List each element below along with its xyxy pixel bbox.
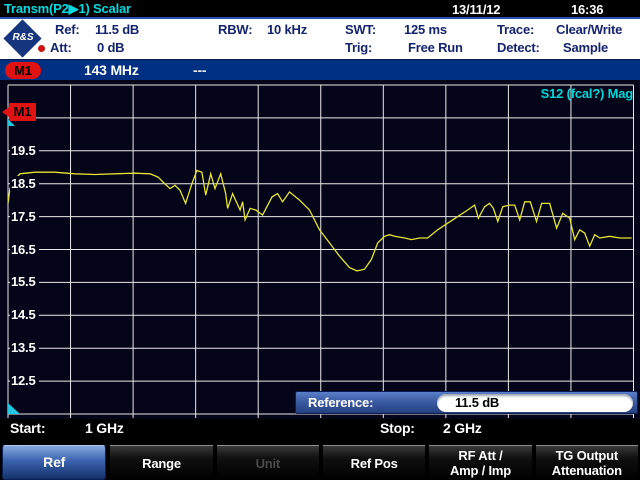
ref-label: Ref:: [55, 22, 79, 37]
reference-entry-label: Reference:: [308, 395, 373, 410]
chart-background: [0, 80, 640, 419]
softkey-tg-output-attenuation[interactable]: TG OutputAttenuation: [536, 445, 638, 480]
reference-position-triangle-icon: [8, 403, 20, 414]
softkey-unit[interactable]: Unit: [217, 445, 319, 480]
rbw-label: RBW:: [218, 22, 252, 37]
settings-header: R&S Ref: 11.5 dB Att: 0 dB RBW: 10 kHz S…: [0, 19, 640, 59]
trig-value: Free Run: [408, 40, 463, 55]
marker-m1-badge: M1: [5, 62, 41, 79]
start-freq-value: 1 GHz: [85, 420, 124, 436]
time-display: 16:36: [571, 2, 603, 17]
softkey-ref-pos[interactable]: Ref Pos: [323, 445, 425, 480]
title-bar: Transm(P2▶1) Scalar 13/11/12 16:36: [0, 0, 640, 17]
softkey-bar: Ref Range Unit Ref Pos RF Att /Amp / Imp…: [0, 444, 640, 480]
stop-freq-label: Stop:: [380, 420, 415, 436]
y-axis-tick-label: 18.5: [10, 176, 39, 191]
swt-label: SWT:: [345, 22, 376, 37]
instrument-screen: Transm(P2▶1) Scalar 13/11/12 16:36 R&S R…: [0, 0, 640, 480]
detect-value: Sample: [563, 40, 608, 55]
y-axis-tick-label: 17.5: [10, 209, 39, 224]
marker-offscreen-arrow-icon: [2, 107, 9, 117]
trace-value: Clear/Write: [556, 22, 622, 37]
y-axis-tick-label: 16.5: [10, 242, 39, 257]
start-freq-label: Start:: [10, 420, 45, 436]
ref-value: 11.5 dB: [95, 22, 139, 37]
marker-bar: M1 143 MHz ---: [0, 59, 640, 80]
reference-entry-bar: Reference: 11.5 dB: [295, 391, 638, 414]
softkey-range[interactable]: Range: [110, 445, 212, 480]
y-axis-tick-label: 12.5: [10, 373, 39, 388]
reference-input[interactable]: 11.5 dB: [437, 394, 633, 412]
date-display: 13/11/12: [452, 2, 500, 17]
softkey-rf-att-amp-imp[interactable]: RF Att /Amp / Imp: [429, 445, 531, 480]
grid-lines: [8, 85, 634, 418]
rs-logo-text: R&S: [5, 32, 41, 43]
att-label: Att:: [50, 40, 72, 55]
swt-value: 125 ms: [404, 22, 447, 37]
stop-freq-value: 2 GHz: [443, 420, 482, 436]
rbw-value: 10 kHz: [267, 22, 307, 37]
att-indicator-dot: [38, 45, 45, 52]
trace-mode-label: S12 (fcal?) Mag: [470, 86, 633, 101]
trig-label: Trig:: [345, 40, 372, 55]
att-value: 0 dB: [97, 40, 124, 55]
trace-s12: [8, 171, 632, 271]
detect-label: Detect:: [497, 40, 540, 55]
marker-frequency: 143 MHz: [84, 62, 139, 78]
y-axis-tick-label: 19.5: [10, 143, 39, 158]
measurement-title: Transm(P2▶1) Scalar: [4, 1, 131, 17]
marker-value: ---: [193, 62, 206, 78]
y-axis-tick-label: 15.5: [10, 274, 39, 289]
trace-start-triangle-icon: [8, 119, 15, 126]
softkey-ref[interactable]: Ref: [2, 445, 106, 480]
rs-logo: R&S: [5, 21, 41, 57]
y-axis-tick-label: 14.5: [10, 307, 39, 322]
reference-input-value: 11.5 dB: [455, 395, 499, 410]
y-axis-tick-label: 13.5: [10, 340, 39, 355]
trace-label: Trace:: [497, 22, 534, 37]
